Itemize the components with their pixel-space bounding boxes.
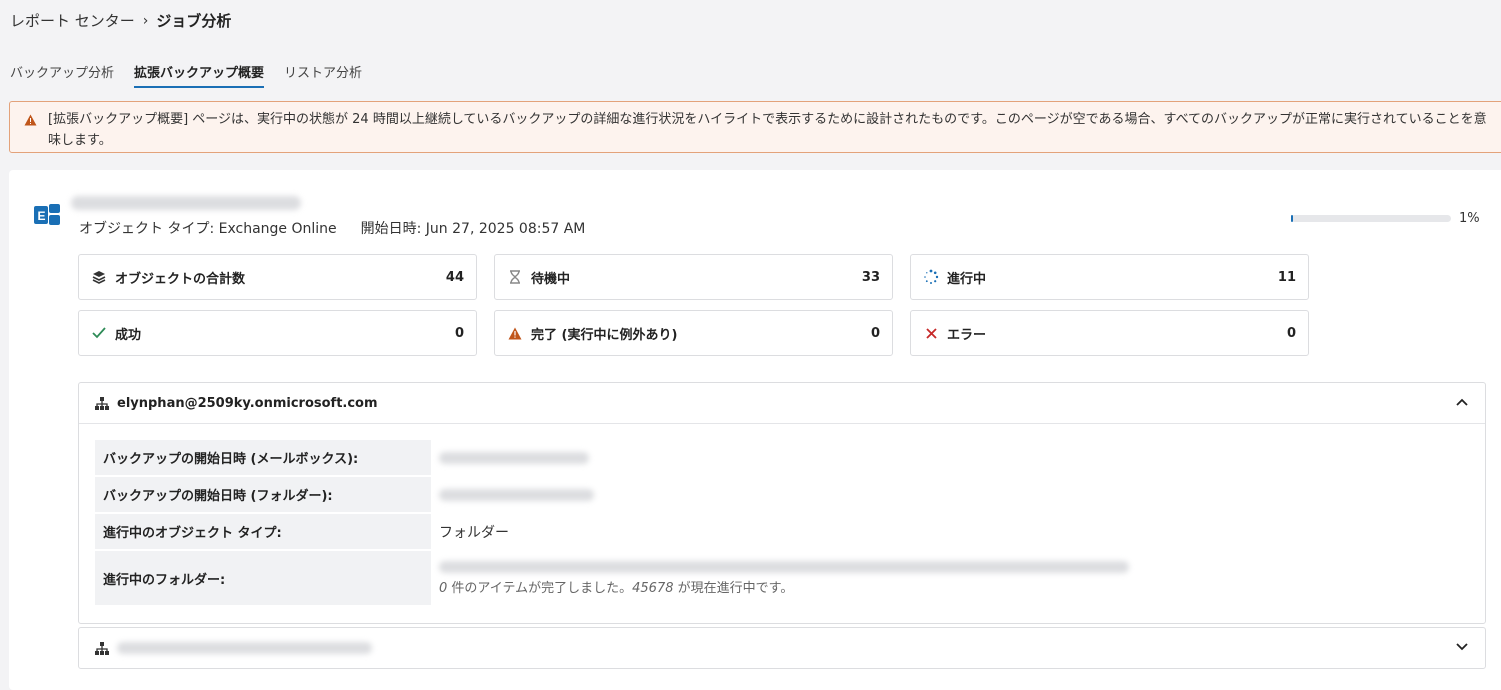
job-progress: 1% (1291, 211, 1480, 226)
stat-waiting-value: 33 (861, 269, 880, 285)
in-progress-count: 45678 (632, 580, 674, 596)
tab-bar: バックアップ分析 拡張バックアップ概要 リストア分析 (10, 62, 362, 88)
progress-percent: 1% (1459, 211, 1480, 226)
detail-value: フォルダー (439, 524, 509, 541)
stat-success-value: 0 (454, 325, 464, 341)
detail-key: バックアップの開始日時 (フォルダー): (95, 477, 431, 512)
object-type-text: オブジェクト タイプ: Exchange Online (79, 221, 337, 237)
chevron-right-icon: › (142, 12, 149, 29)
stat-warning-value: 0 (870, 325, 880, 341)
collapsed-panel-header[interactable] (79, 628, 1485, 668)
stat-error-value: 0 (1286, 325, 1296, 341)
stat-warning-label: 完了 (実行中に例外あり) (531, 327, 678, 343)
detail-key: バックアップの開始日時 (メールボックス): (95, 440, 431, 475)
detail-key: 進行中のオブジェクト タイプ: (95, 514, 431, 549)
job-card: E オブジェクト タイプ: Exchange Online 開始日時: Jun … (9, 170, 1501, 690)
stat-success-label: 成功 (115, 327, 142, 343)
mailbox-panel: elynphan@2509ky.onmicrosoft.com バックアップの開… (78, 382, 1486, 624)
stat-in-progress-value: 11 (1277, 269, 1296, 285)
detail-row-object-type: 進行中のオブジェクト タイプ: フォルダー (95, 514, 1469, 551)
stat-success: 成功 0 (78, 310, 477, 356)
panel-title-redacted (117, 642, 372, 654)
stat-error: エラー 0 (910, 310, 1309, 356)
detail-value: 0 件のアイテムが完了しました。45678 が現在進行中です。 (431, 551, 1129, 605)
stat-in-progress: 進行中 11 (910, 254, 1309, 300)
close-icon (923, 325, 939, 341)
mailbox-details: バックアップの開始日時 (メールボックス): バックアップの開始日時 (フォルダ… (79, 423, 1485, 623)
start-time-text: 開始日時: Jun 27, 2025 08:57 AM (360, 221, 586, 237)
stat-waiting-label: 待機中 (531, 271, 571, 287)
breadcrumb-report-center[interactable]: レポート センター (10, 10, 135, 31)
check-icon (91, 325, 107, 341)
stat-waiting: 待機中 33 (494, 254, 893, 300)
stat-error-label: エラー (947, 327, 987, 343)
spinner-icon (923, 269, 939, 285)
progress-fill (1291, 215, 1293, 222)
note-text: 件のアイテムが完了しました。 (447, 580, 633, 596)
chevron-down-icon[interactable] (1455, 640, 1469, 658)
exchange-icon: E (34, 203, 62, 231)
hierarchy-icon (95, 641, 109, 655)
job-meta: オブジェクト タイプ: Exchange Online 開始日時: Jun 27… (79, 218, 585, 238)
detail-row-folder-start: バックアップの開始日時 (フォルダー): (95, 477, 1469, 514)
folder-path-redacted (439, 560, 1129, 573)
note-text: が現在進行中です。 (673, 580, 794, 596)
detail-row-mailbox-start: バックアップの開始日時 (メールボックス): (95, 440, 1469, 477)
svg-text:E: E (38, 209, 46, 223)
hourglass-icon (507, 269, 523, 285)
detail-value-redacted (431, 440, 589, 475)
info-alert: [拡張バックアップ概要] ページは、実行中の状態が 24 時間以上継続しているバ… (9, 101, 1501, 153)
stat-in-progress-label: 進行中 (947, 271, 987, 287)
detail-row-folder: 進行中のフォルダー: 0 件のアイテムが完了しました。45678 が現在進行中で… (95, 551, 1469, 607)
stat-warning: 完了 (実行中に例外あり) 0 (494, 310, 893, 356)
stat-total: オブジェクトの合計数 44 (78, 254, 477, 300)
job-name-redacted (71, 196, 301, 210)
tab-backup-analysis[interactable]: バックアップ分析 (10, 62, 114, 88)
breadcrumb: レポート センター › ジョブ分析 (10, 10, 231, 31)
chevron-up-icon[interactable] (1455, 395, 1469, 413)
detail-key: 進行中のフォルダー: (95, 551, 431, 605)
warning-icon (24, 112, 37, 133)
tab-restore-analysis[interactable]: リストア分析 (284, 62, 362, 88)
detail-value-redacted (431, 477, 594, 512)
warning-icon (507, 325, 523, 341)
progress-track (1291, 215, 1451, 222)
stat-total-value: 44 (445, 269, 464, 285)
alert-text: [拡張バックアップ概要] ページは、実行中の状態が 24 時間以上継続しているバ… (48, 112, 1487, 148)
mailbox-panel-header[interactable]: elynphan@2509ky.onmicrosoft.com (79, 383, 1485, 423)
stat-total-label: オブジェクトの合計数 (115, 271, 246, 287)
page-title: ジョブ分析 (156, 12, 232, 30)
collapsed-panel (78, 627, 1486, 669)
mailbox-title: elynphan@2509ky.onmicrosoft.com (117, 395, 378, 411)
hierarchy-icon (95, 396, 109, 410)
layers-icon (91, 269, 107, 285)
tab-extended-backup-summary[interactable]: 拡張バックアップ概要 (134, 62, 265, 88)
progress-note: 0 件のアイテムが完了しました。45678 が現在進行中です。 (439, 577, 1129, 596)
